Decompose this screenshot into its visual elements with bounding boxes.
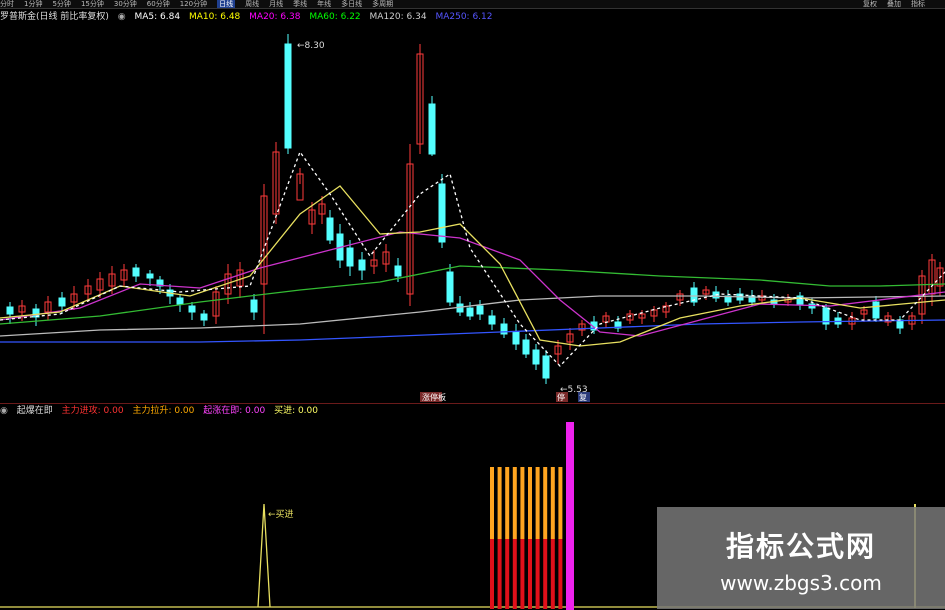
marker-halt: 停: [557, 392, 565, 402]
stock-name[interactable]: 罗普斯金(日线 前比率复权): [0, 12, 109, 22]
main-attack-bar: [543, 539, 548, 609]
period-tab[interactable]: 120分钟: [180, 0, 207, 8]
kline-chart[interactable]: ←8.30←5.53涨停板停复: [0, 24, 945, 402]
period-tab[interactable]: 季线: [293, 0, 307, 8]
buy-value: 买进: 0.00: [274, 406, 318, 416]
candle-body: [512, 331, 520, 345]
candle-body: [438, 183, 446, 243]
main-attack-bar: [520, 539, 525, 609]
ma5-line: [0, 150, 945, 367]
about-to-rise-bar: [566, 422, 574, 610]
toolbar-right-button[interactable]: 叠加: [887, 0, 901, 8]
ma250-value: MA250: 6.12: [435, 12, 493, 22]
main-attack-bar: [558, 539, 563, 609]
main-attack-bar: [490, 539, 494, 609]
marker-limit-up: 涨停板: [422, 392, 446, 402]
period-tab[interactable]: 周线: [245, 0, 259, 8]
ma10-value: MA10: 6.48: [188, 12, 241, 22]
main-lift-value: 主力拉升: 0.00: [132, 406, 195, 416]
main-attack-bar: [505, 539, 510, 609]
candle-body: [176, 297, 184, 305]
main-lift-bar: [535, 467, 540, 539]
ma120-value: MA120: 6.34: [369, 12, 427, 22]
period-tab[interactable]: 分时: [0, 0, 14, 8]
ma60-value: MA60: 6.22: [309, 12, 361, 22]
toolbar-right-button[interactable]: 复权: [863, 0, 877, 8]
main-lift-bar: [512, 467, 517, 539]
ma20-value: MA20: 6.38: [249, 12, 301, 22]
candle-body: [532, 349, 540, 365]
candle-body: [188, 305, 196, 313]
about-to-rise-value: 起涨在即: 0.00: [203, 406, 266, 416]
ma5-value: MA5: 6.84: [134, 12, 181, 22]
candle-body: [58, 297, 66, 307]
settings-dot-icon[interactable]: ◉: [0, 406, 8, 416]
candle-body: [522, 339, 530, 355]
indicator-name[interactable]: 起爆在即: [17, 406, 53, 416]
kline-chart-pane[interactable]: ←8.30 ←5.53 涨停板停复: [0, 24, 945, 402]
main-lift-bar: [528, 467, 532, 539]
period-tab[interactable]: 多周期: [372, 0, 393, 8]
period-tab[interactable]: 日线: [217, 0, 236, 8]
main-attack-bar: [535, 539, 540, 609]
ma250-line: [0, 319, 945, 343]
marker-resume: 复: [579, 392, 587, 402]
main-attack-bar: [497, 539, 502, 609]
main-lift-bar: [490, 467, 494, 539]
candle-body: [488, 315, 496, 325]
candle-body: [476, 305, 484, 315]
candle-body: [796, 295, 804, 305]
main-attack-bar: [528, 539, 532, 609]
period-tab[interactable]: 多日线: [341, 0, 362, 8]
candle-body: [542, 355, 550, 379]
main-attack-value: 主力进攻: 0.00: [61, 406, 124, 416]
main-lift-bar: [520, 467, 525, 539]
main-lift-bar: [543, 467, 548, 539]
main-lift-bar: [505, 467, 510, 539]
main-attack-bar: [550, 539, 555, 609]
period-tab[interactable]: 15分钟: [81, 0, 104, 8]
candle-body: [466, 307, 474, 317]
high-price-label: ←8.30: [297, 41, 325, 51]
candle-body: [250, 299, 258, 313]
candle-body: [872, 301, 880, 319]
candle-body: [428, 103, 436, 155]
candle-body: [358, 259, 366, 271]
candle-body: [394, 265, 402, 277]
period-tab[interactable]: 月线: [269, 0, 283, 8]
watermark-url: www.zbgs3.com: [720, 571, 882, 595]
period-tab[interactable]: 60分钟: [147, 0, 170, 8]
candle-body: [326, 217, 334, 241]
indicator-legend: ◉ 起爆在即 主力进攻: 0.00 主力拉升: 0.00 起涨在即: 0.00 …: [0, 404, 324, 418]
period-tab[interactable]: 5分钟: [52, 0, 70, 8]
candle-body: [132, 267, 140, 277]
watermark: 指标公式网 www.zbgs3.com: [657, 507, 945, 609]
period-tab[interactable]: 30分钟: [114, 0, 137, 8]
candle-body: [200, 313, 208, 321]
period-tab[interactable]: 年线: [317, 0, 331, 8]
candle-body: [346, 247, 354, 267]
main-lift-bar: [497, 467, 502, 539]
period-tab[interactable]: 1分钟: [24, 0, 42, 8]
candle-body: [146, 273, 154, 279]
main-lift-bar: [558, 467, 563, 539]
candle-body: [446, 271, 454, 303]
candle-body: [6, 306, 14, 315]
main-attack-bar: [512, 539, 517, 609]
main-chart-legend: 罗普斯金(日线 前比率复权) ◉ MA5: 6.84 MA10: 6.48 MA…: [0, 10, 945, 24]
toolbar-right-button[interactable]: 指标: [911, 0, 925, 8]
candle-body: [284, 43, 292, 149]
watermark-title: 指标公式网: [725, 530, 876, 563]
period-toolbar: 分时 1分钟 5分钟 15分钟 30分钟 60分钟 120分钟 日线 周线 月线 季线 年线 多日线 多周…: [0, 0, 945, 9]
main-lift-bar: [550, 467, 555, 539]
buy-label: ←买进: [268, 509, 294, 520]
settings-dot-icon[interactable]: ◉: [118, 12, 126, 22]
